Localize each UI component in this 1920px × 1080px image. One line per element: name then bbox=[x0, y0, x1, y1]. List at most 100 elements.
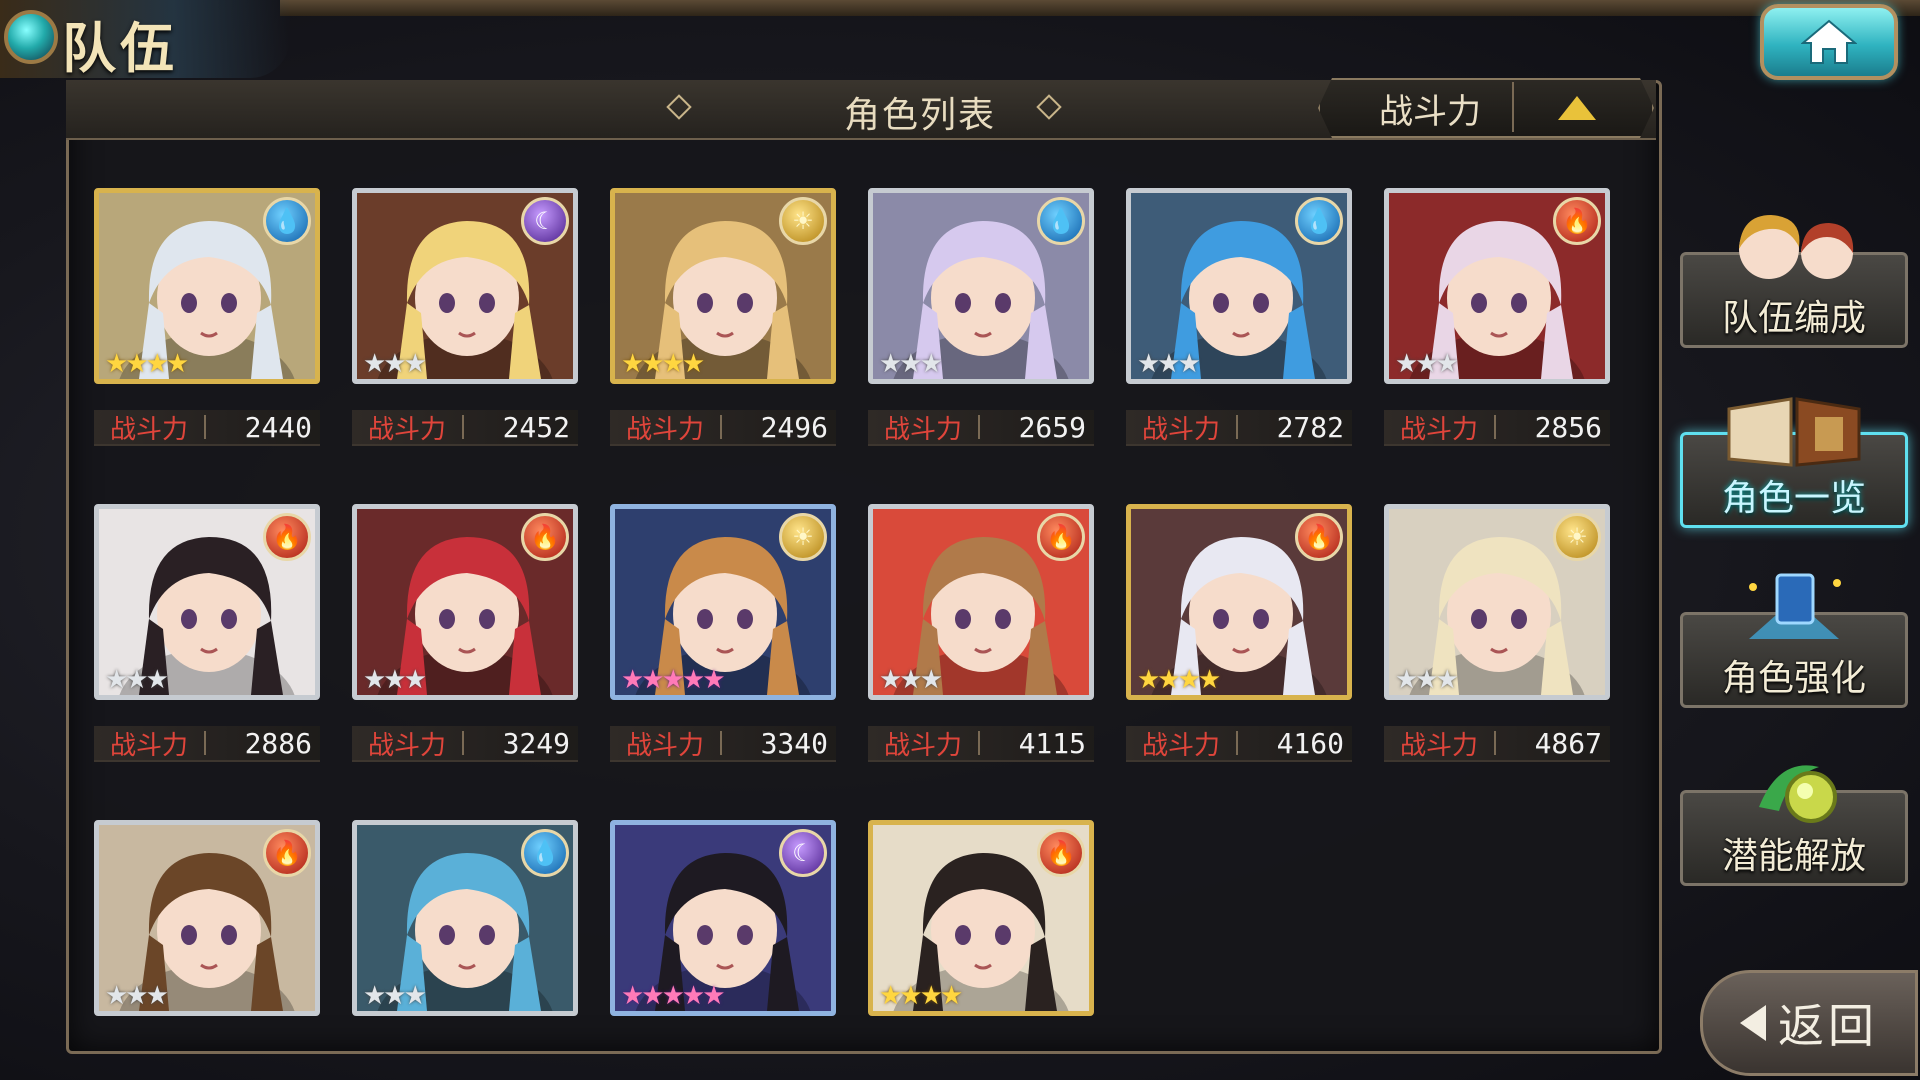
rarity-stars: ★★★ bbox=[1395, 665, 1459, 695]
character-card[interactable]: ☀ ★★★ 战斗力 4867 bbox=[1384, 504, 1610, 762]
back-arrow-icon bbox=[1740, 1005, 1766, 1041]
character-card[interactable]: 💧 ★★★★ 战斗力 2440 bbox=[94, 188, 320, 446]
power-bar: 战斗力 4115 bbox=[868, 726, 1094, 762]
dark-element-icon: ☾ bbox=[521, 197, 569, 245]
rarity-stars: ★★★ bbox=[363, 981, 427, 1011]
fire-element-icon: 🔥 bbox=[1037, 829, 1085, 877]
character-card[interactable]: 🔥 ★★★★ 战斗力 4160 bbox=[1126, 504, 1352, 762]
power-bar: 战斗力 2886 bbox=[94, 726, 320, 762]
fire-element-icon: 🔥 bbox=[1295, 513, 1343, 561]
power-bar: 战斗力 4160 bbox=[1126, 726, 1352, 762]
rarity-stars: ★★★★ bbox=[879, 981, 963, 1011]
rarity-stars: ★★★ bbox=[363, 665, 427, 695]
character-portrait-frame[interactable]: 🔥 ★★★★ bbox=[1126, 504, 1352, 700]
light-element-icon: ☀ bbox=[779, 513, 827, 561]
sort-label[interactable]: 战斗力 bbox=[1340, 84, 1520, 133]
character-portrait-frame[interactable]: ☀ ★★★★★ bbox=[610, 504, 836, 700]
character-card[interactable]: 💧 ★★★ 战斗力 2659 bbox=[868, 188, 1094, 446]
fire-element-icon: 🔥 bbox=[521, 513, 569, 561]
rarity-stars: ★★★★ bbox=[1137, 665, 1221, 695]
screen-title: 队伍 bbox=[62, 17, 178, 80]
side-menu-label: 潜能解放 bbox=[1721, 836, 1866, 877]
power-value: 2856 bbox=[1534, 410, 1602, 444]
back-label: 返回 bbox=[1778, 999, 1878, 1053]
character-card[interactable]: 🔥 ★★★ 战斗力 4115 bbox=[868, 504, 1094, 762]
power-bar: 战斗力 4867 bbox=[1384, 726, 1610, 762]
character-card[interactable]: 💧 ★★★ 战斗力 2782 bbox=[1126, 188, 1352, 446]
fire-element-icon: 🔥 bbox=[1553, 197, 1601, 245]
character-card[interactable]: 🔥 ★★★ bbox=[94, 820, 320, 1016]
character-card[interactable]: 🔥 ★★★ 战斗力 2856 bbox=[1384, 188, 1610, 446]
power-value: 4115 bbox=[1018, 726, 1086, 760]
power-value: 4867 bbox=[1534, 726, 1602, 760]
back-button[interactable]: 返回 bbox=[1700, 970, 1918, 1076]
character-portrait-frame[interactable]: 💧 ★★★★ bbox=[94, 188, 320, 384]
character-portrait-frame[interactable]: 💧 ★★★ bbox=[868, 188, 1094, 384]
card-upgrade-icon bbox=[1719, 569, 1869, 653]
side-menu-label: 角色一览 bbox=[1721, 478, 1866, 519]
character-card[interactable]: 🔥 ★★★ 战斗力 2886 bbox=[94, 504, 320, 762]
character-portrait-frame[interactable]: ☀ ★★★ bbox=[1384, 504, 1610, 700]
fire-element-icon: 🔥 bbox=[263, 513, 311, 561]
rarity-stars: ★★★ bbox=[1395, 349, 1459, 379]
panel-title: 角色列表 bbox=[843, 95, 996, 136]
power-bar: 战斗力 2452 bbox=[352, 410, 578, 446]
sort-ascending-icon[interactable] bbox=[1558, 96, 1596, 120]
team-chibi-icon bbox=[1719, 209, 1869, 293]
character-portrait-frame[interactable]: 🔥 ★★★ bbox=[1384, 188, 1610, 384]
power-value: 4160 bbox=[1276, 726, 1344, 760]
power-label: 战斗力 bbox=[367, 414, 446, 445]
character-portrait-frame[interactable]: 🔥 ★★★★ bbox=[868, 820, 1094, 1016]
character-portrait-frame[interactable]: ☾ ★★★ bbox=[352, 188, 578, 384]
character-card[interactable]: ☀ ★★★★★ 战斗力 3340 bbox=[610, 504, 836, 762]
side-menu-button[interactable]: 队伍编成 bbox=[1680, 215, 1908, 348]
fire-element-icon: 🔥 bbox=[1037, 513, 1085, 561]
power-bar: 战斗力 3249 bbox=[352, 726, 578, 762]
side-menu-button[interactable]: 角色一览 bbox=[1680, 397, 1908, 528]
power-value: 2782 bbox=[1276, 410, 1344, 444]
sort-divider bbox=[1512, 82, 1514, 132]
power-label: 战斗力 bbox=[1141, 730, 1220, 761]
power-bar: 战斗力 3340 bbox=[610, 726, 836, 762]
character-card[interactable]: 💧 ★★★ bbox=[352, 820, 578, 1016]
side-menu-button[interactable]: 潜能解放 bbox=[1680, 765, 1908, 886]
home-button[interactable] bbox=[1760, 4, 1898, 80]
character-card[interactable]: ☾ ★★★ 战斗力 2452 bbox=[352, 188, 578, 446]
character-card[interactable]: ☀ ★★★★ 战斗力 2496 bbox=[610, 188, 836, 446]
side-menu-button[interactable]: 角色强化 bbox=[1680, 573, 1908, 708]
power-label: 战斗力 bbox=[625, 414, 704, 445]
character-portrait-frame[interactable]: 🔥 ★★★ bbox=[868, 504, 1094, 700]
light-element-icon: ☀ bbox=[1553, 513, 1601, 561]
character-portrait-frame[interactable]: ☀ ★★★★ bbox=[610, 188, 836, 384]
character-portrait-frame[interactable]: 🔥 ★★★ bbox=[94, 504, 320, 700]
character-portrait-frame[interactable]: 💧 ★★★ bbox=[1126, 188, 1352, 384]
character-portrait-frame[interactable]: 🔥 ★★★ bbox=[352, 504, 578, 700]
character-portrait-frame[interactable]: 🔥 ★★★ bbox=[94, 820, 320, 1016]
character-portrait-frame[interactable]: ☾ ★★★★★ bbox=[610, 820, 836, 1016]
side-menu-label: 队伍编成 bbox=[1721, 298, 1866, 339]
side-menu-label: 角色强化 bbox=[1721, 658, 1866, 699]
rarity-stars: ★★★ bbox=[879, 349, 943, 379]
power-label: 战斗力 bbox=[367, 730, 446, 761]
power-bar: 战斗力 2440 bbox=[94, 410, 320, 446]
character-card[interactable]: ☾ ★★★★★ bbox=[610, 820, 836, 1016]
power-value: 2659 bbox=[1018, 410, 1086, 444]
rarity-stars: ★★★★★ bbox=[621, 665, 726, 695]
character-portrait-frame[interactable]: 💧 ★★★ bbox=[352, 820, 578, 1016]
power-value: 2886 bbox=[244, 726, 312, 760]
power-bar: 战斗力 2496 bbox=[610, 410, 836, 446]
power-label: 战斗力 bbox=[1399, 414, 1478, 445]
power-label: 战斗力 bbox=[109, 730, 188, 761]
power-value: 3249 bbox=[502, 726, 570, 760]
title-plate: 队伍 bbox=[0, 0, 290, 80]
power-bar: 战斗力 2659 bbox=[868, 410, 1094, 446]
book-icon bbox=[1719, 389, 1869, 473]
power-label: 战斗力 bbox=[625, 730, 704, 761]
water-element-icon: 💧 bbox=[1037, 197, 1085, 245]
home-icon bbox=[1801, 19, 1857, 64]
power-label: 战斗力 bbox=[1141, 414, 1220, 445]
character-card[interactable]: 🔥 ★★★★ bbox=[868, 820, 1094, 1016]
rarity-stars: ★★★ bbox=[105, 665, 169, 695]
character-card[interactable]: 🔥 ★★★ 战斗力 3249 bbox=[352, 504, 578, 762]
rarity-stars: ★★★ bbox=[105, 981, 169, 1011]
